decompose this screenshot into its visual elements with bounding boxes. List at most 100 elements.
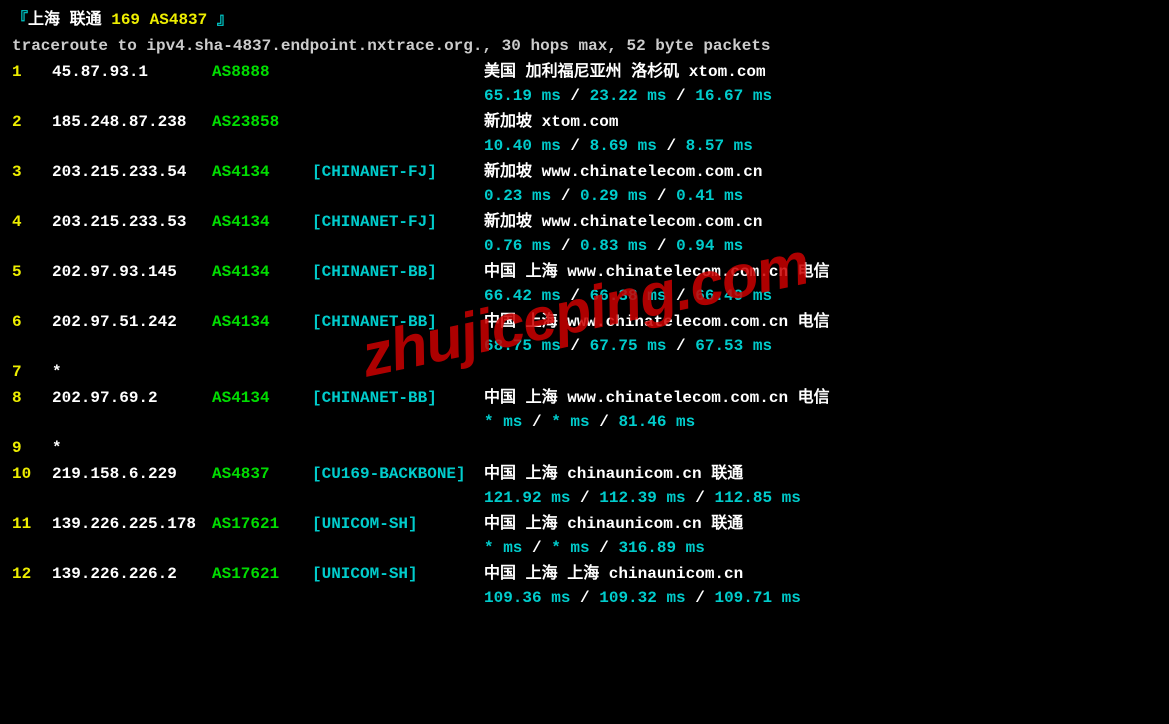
hop-row: 9* bbox=[12, 436, 1157, 460]
bracket-open: 『 bbox=[12, 11, 28, 29]
hop-ip: 139.226.225.178 bbox=[52, 512, 212, 536]
hop-row: 10219.158.6.229AS4837[CU169-BACKBONE]中国 … bbox=[12, 462, 1157, 510]
rtt-2: 8.69 ms bbox=[590, 137, 657, 155]
hop-rtt: 0.23 ms / 0.29 ms / 0.41 ms bbox=[484, 184, 1157, 208]
hop-number: 2 bbox=[12, 110, 52, 134]
rtt-1: * ms bbox=[484, 539, 522, 557]
rtt-3: 16.67 ms bbox=[695, 87, 772, 105]
hops-container: 145.87.93.1AS8888美国 加利福尼亚州 洛杉矶 xtom.com6… bbox=[12, 60, 1157, 610]
rtt-separator: / bbox=[666, 337, 695, 355]
hop-row: 7* bbox=[12, 360, 1157, 384]
hop-rtt: 109.36 ms / 109.32 ms / 109.71 ms bbox=[484, 586, 1157, 610]
hop-tag: [CU169-BACKBONE] bbox=[312, 462, 484, 486]
rtt-1: * ms bbox=[484, 413, 522, 431]
hop-asn: AS4134 bbox=[212, 310, 312, 334]
rtt-separator: / bbox=[666, 87, 695, 105]
hop-asn: AS8888 bbox=[212, 60, 312, 84]
hop-rtt: 66.42 ms / 66.38 ms / 66.49 ms bbox=[484, 284, 1157, 308]
hop-asn: AS4134 bbox=[212, 386, 312, 410]
rtt-separator: / bbox=[551, 187, 580, 205]
route-header: 『上海 联通 169 AS4837 』 bbox=[12, 8, 1157, 32]
hop-number: 10 bbox=[12, 462, 52, 486]
hop-tag: [UNICOM-SH] bbox=[312, 512, 484, 536]
hop-details: 美国 加利福尼亚州 洛杉矶 xtom.com65.19 ms / 23.22 m… bbox=[484, 60, 1157, 108]
hop-details: 中国 上海 www.chinatelecom.com.cn 电信* ms / *… bbox=[484, 386, 1157, 434]
rtt-3: 0.94 ms bbox=[676, 237, 743, 255]
hop-details: 新加坡 xtom.com10.40 ms / 8.69 ms / 8.57 ms bbox=[484, 110, 1157, 158]
rtt-1: 109.36 ms bbox=[484, 589, 570, 607]
header-location: 上海 联通 bbox=[28, 11, 102, 29]
hop-asn: AS4134 bbox=[212, 260, 312, 284]
rtt-1: 66.42 ms bbox=[484, 287, 561, 305]
rtt-separator: / bbox=[686, 489, 715, 507]
header-asn: 169 AS4837 bbox=[102, 11, 208, 29]
hop-asn: AS23858 bbox=[212, 110, 312, 134]
rtt-separator: / bbox=[522, 413, 551, 431]
rtt-3: 81.46 ms bbox=[618, 413, 695, 431]
hop-rtt: 121.92 ms / 112.39 ms / 112.85 ms bbox=[484, 486, 1157, 510]
rtt-separator: / bbox=[561, 87, 590, 105]
rtt-separator: / bbox=[522, 539, 551, 557]
hop-row: 5202.97.93.145AS4134[CHINANET-BB]中国 上海 w… bbox=[12, 260, 1157, 308]
rtt-2: 66.38 ms bbox=[590, 287, 667, 305]
hop-geo: 中国 上海 www.chinatelecom.com.cn 电信 bbox=[484, 386, 1157, 410]
hop-ip: 185.248.87.238 bbox=[52, 110, 212, 134]
hop-row: 12139.226.226.2AS17621[UNICOM-SH]中国 上海 上… bbox=[12, 562, 1157, 610]
hop-geo: 中国 上海 www.chinatelecom.com.cn 电信 bbox=[484, 260, 1157, 284]
rtt-separator: / bbox=[657, 137, 686, 155]
hop-asn: AS4134 bbox=[212, 160, 312, 184]
rtt-3: 0.41 ms bbox=[676, 187, 743, 205]
rtt-separator: / bbox=[561, 337, 590, 355]
hop-asn: AS4837 bbox=[212, 462, 312, 486]
bracket-close: 』 bbox=[207, 11, 233, 29]
hop-ip: 219.158.6.229 bbox=[52, 462, 212, 486]
hop-details: 新加坡 www.chinatelecom.com.cn0.23 ms / 0.2… bbox=[484, 160, 1157, 208]
hop-tag: [CHINANET-FJ] bbox=[312, 160, 484, 184]
hop-tag: [CHINANET-FJ] bbox=[312, 210, 484, 234]
rtt-2: 0.83 ms bbox=[580, 237, 647, 255]
rtt-1: 0.23 ms bbox=[484, 187, 551, 205]
rtt-3: 316.89 ms bbox=[618, 539, 704, 557]
rtt-3: 8.57 ms bbox=[686, 137, 753, 155]
rtt-separator: / bbox=[570, 589, 599, 607]
hop-ip: * bbox=[52, 436, 212, 460]
rtt-3: 66.49 ms bbox=[695, 287, 772, 305]
hop-ip: 202.97.93.145 bbox=[52, 260, 212, 284]
hop-asn: AS4134 bbox=[212, 210, 312, 234]
hop-ip: 202.97.69.2 bbox=[52, 386, 212, 410]
hop-rtt: 68.75 ms / 67.75 ms / 67.53 ms bbox=[484, 334, 1157, 358]
hop-row: 2185.248.87.238AS23858 新加坡 xtom.com10.40 … bbox=[12, 110, 1157, 158]
hop-tag: [UNICOM-SH] bbox=[312, 562, 484, 586]
hop-number: 4 bbox=[12, 210, 52, 234]
hop-rtt: * ms / * ms / 316.89 ms bbox=[484, 536, 1157, 560]
rtt-3: 112.85 ms bbox=[714, 489, 800, 507]
rtt-2: 109.32 ms bbox=[599, 589, 685, 607]
hop-ip: 203.215.233.54 bbox=[52, 160, 212, 184]
hop-number: 1 bbox=[12, 60, 52, 84]
hop-ip: 139.226.226.2 bbox=[52, 562, 212, 586]
traceroute-command: traceroute to ipv4.sha-4837.endpoint.nxt… bbox=[12, 34, 1157, 58]
hop-details: 中国 上海 上海 chinaunicom.cn109.36 ms / 109.3… bbox=[484, 562, 1157, 610]
hop-rtt: 0.76 ms / 0.83 ms / 0.94 ms bbox=[484, 234, 1157, 258]
hop-geo: 中国 上海 chinaunicom.cn 联通 bbox=[484, 462, 1157, 486]
hop-number: 6 bbox=[12, 310, 52, 334]
rtt-separator: / bbox=[561, 137, 590, 155]
rtt-2: * ms bbox=[551, 413, 589, 431]
rtt-3: 67.53 ms bbox=[695, 337, 772, 355]
rtt-3: 109.71 ms bbox=[714, 589, 800, 607]
rtt-separator: / bbox=[590, 413, 619, 431]
hop-rtt: * ms / * ms / 81.46 ms bbox=[484, 410, 1157, 434]
rtt-2: 67.75 ms bbox=[590, 337, 667, 355]
hop-geo: 新加坡 xtom.com bbox=[484, 110, 1157, 134]
rtt-separator: / bbox=[647, 187, 676, 205]
hop-geo: 新加坡 www.chinatelecom.com.cn bbox=[484, 160, 1157, 184]
rtt-separator: / bbox=[666, 287, 695, 305]
rtt-separator: / bbox=[551, 237, 580, 255]
hop-row: 11139.226.225.178AS17621[UNICOM-SH]中国 上海… bbox=[12, 512, 1157, 560]
hop-row: 6202.97.51.242AS4134[CHINANET-BB]中国 上海 w… bbox=[12, 310, 1157, 358]
rtt-separator: / bbox=[647, 237, 676, 255]
hop-details: 新加坡 www.chinatelecom.com.cn0.76 ms / 0.8… bbox=[484, 210, 1157, 258]
hop-asn: AS17621 bbox=[212, 512, 312, 536]
rtt-separator: / bbox=[561, 287, 590, 305]
hop-number: 8 bbox=[12, 386, 52, 410]
